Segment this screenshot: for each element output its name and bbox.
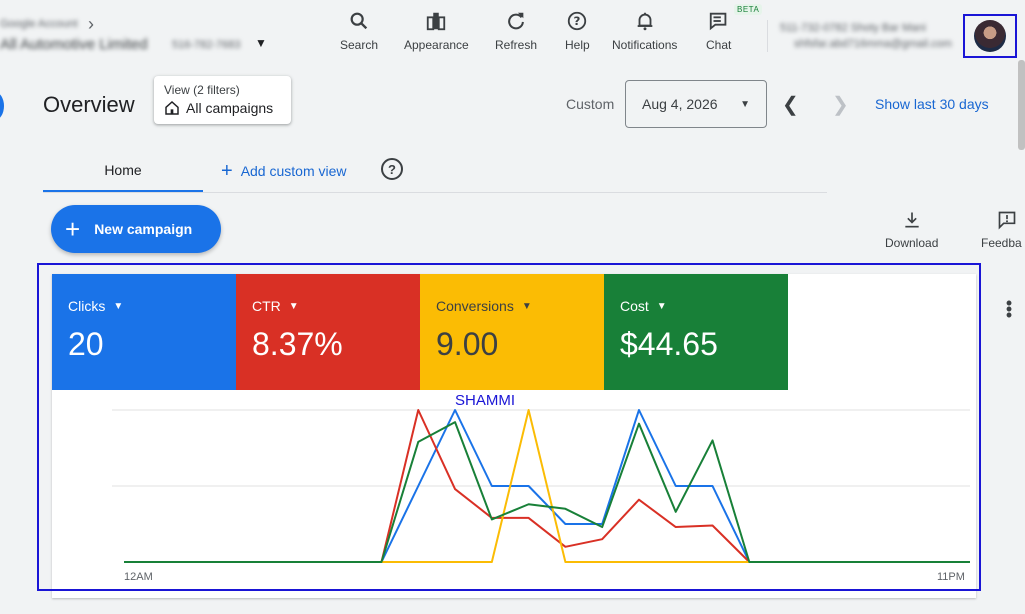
plus-icon: +: [65, 214, 81, 244]
download-button[interactable]: Download: [885, 210, 938, 250]
page-scrollbar[interactable]: [1018, 60, 1025, 150]
add-custom-view-button[interactable]: + Add custom view: [221, 150, 347, 192]
search-label: Search: [340, 38, 379, 52]
metric-value: 20: [68, 326, 104, 362]
svg-text:?: ?: [574, 14, 581, 28]
metric-tile-conversions[interactable]: Conversions ▼ 9.00: [420, 274, 604, 390]
search-button[interactable]: Search: [340, 10, 378, 56]
filter-count: View (2 filters): [164, 83, 240, 97]
download-icon: [905, 212, 919, 228]
metric-value: 9.00: [436, 326, 499, 362]
caret-down-icon[interactable]: ▼: [113, 301, 123, 312]
bell-icon: [637, 12, 653, 31]
help-button[interactable]: ? Help: [565, 10, 590, 56]
user-email: shfsfar.abd716mma@gmail.com: [794, 38, 952, 50]
chat-button[interactable]: Chat: [706, 10, 731, 56]
chevron-left-icon[interactable]: ❮: [782, 92, 799, 117]
metric-label: CTR: [252, 298, 281, 314]
toolbar-divider: [767, 20, 768, 52]
filter-scope: All campaigns: [186, 100, 274, 116]
account-dropdown-icon[interactable]: ▼: [255, 36, 267, 50]
caret-down-icon[interactable]: ▼: [289, 301, 299, 312]
chat-label: Chat: [706, 38, 732, 52]
chevron-right-icon[interactable]: ❯: [832, 92, 849, 117]
appearance-button[interactable]: Appearance: [404, 10, 469, 56]
home-icon: [165, 101, 179, 115]
tab-home[interactable]: Home: [43, 150, 203, 192]
date-value: Aug 4, 2026: [642, 96, 718, 112]
appearance-icon: [427, 12, 446, 31]
metric-label: Clicks: [68, 298, 106, 314]
metric-label: Conversions: [436, 298, 514, 314]
performance-chart: [112, 409, 970, 563]
new-campaign-label: New campaign: [94, 221, 193, 237]
help-label: Help: [565, 38, 590, 52]
account-name[interactable]: All Automotive Limited: [0, 36, 148, 53]
download-label: Download: [885, 236, 939, 250]
metric-value: 8.37%: [252, 326, 343, 362]
help-icon: ?: [568, 11, 587, 31]
chat-icon: [709, 12, 727, 31]
metric-value: $44.65: [620, 326, 718, 362]
chat-beta-badge: BETA: [734, 4, 763, 15]
metric-tile-clicks[interactable]: Clicks ▼ 20: [52, 274, 236, 390]
date-range-select[interactable]: Aug 4, 2026 ▼: [625, 80, 767, 128]
refresh-button[interactable]: Refresh: [495, 10, 537, 56]
date-mode-label: Custom: [566, 96, 615, 112]
user-account-id: 511-732-0782 Shoty Bar Mani: [780, 22, 926, 34]
feedback-label: Feedba: [981, 236, 1022, 250]
caret-down-icon[interactable]: ▼: [657, 301, 667, 312]
page-title: Overview: [43, 92, 135, 117]
avatar: [974, 20, 1006, 52]
notifications-button[interactable]: Notifications: [612, 10, 677, 56]
help-circle-icon[interactable]: ?: [381, 158, 403, 180]
search-icon: [350, 12, 368, 30]
feedback-button[interactable]: Feedba: [981, 210, 1022, 250]
add-custom-view-label: Add custom view: [240, 163, 347, 179]
account-id: 516-782-7683: [172, 39, 241, 51]
plus-icon: +: [221, 160, 233, 182]
caret-down-icon[interactable]: ▼: [522, 301, 532, 312]
metric-tile-cost[interactable]: Cost ▼ $44.65: [604, 274, 788, 390]
chevron-right-icon[interactable]: ›: [88, 14, 94, 35]
view-filter-chip[interactable]: View (2 filters) All campaigns: [154, 76, 291, 124]
more-options-icon[interactable]: • • •: [1004, 294, 1014, 324]
appearance-label: Appearance: [404, 38, 469, 52]
feedback-icon: [998, 211, 1016, 230]
avatar-button[interactable]: [963, 14, 1017, 58]
caret-down-icon: ▼: [740, 98, 750, 110]
show-last-30-days-link[interactable]: Show last 30 days: [875, 96, 989, 112]
top-bar: Google Account › All Automotive Limited …: [0, 0, 1025, 64]
chart-annotation: SHAMMI: [455, 392, 515, 409]
side-panel-toggle[interactable]: [0, 92, 4, 120]
account-label: Google Account: [0, 18, 78, 30]
metric-label: Cost: [620, 298, 649, 314]
refresh-label: Refresh: [495, 38, 538, 52]
notifications-label: Notifications: [612, 38, 678, 52]
new-campaign-button[interactable]: + New campaign: [51, 205, 221, 253]
metric-tile-ctr[interactable]: CTR ▼ 8.37%: [236, 274, 420, 390]
x-axis-start-label: 12AM: [124, 571, 153, 583]
series-line-3: [124, 421, 970, 563]
view-tabs: Home + Add custom view ?: [43, 150, 827, 193]
refresh-icon: [508, 12, 524, 30]
x-axis-end-label: 11PM: [937, 571, 965, 583]
